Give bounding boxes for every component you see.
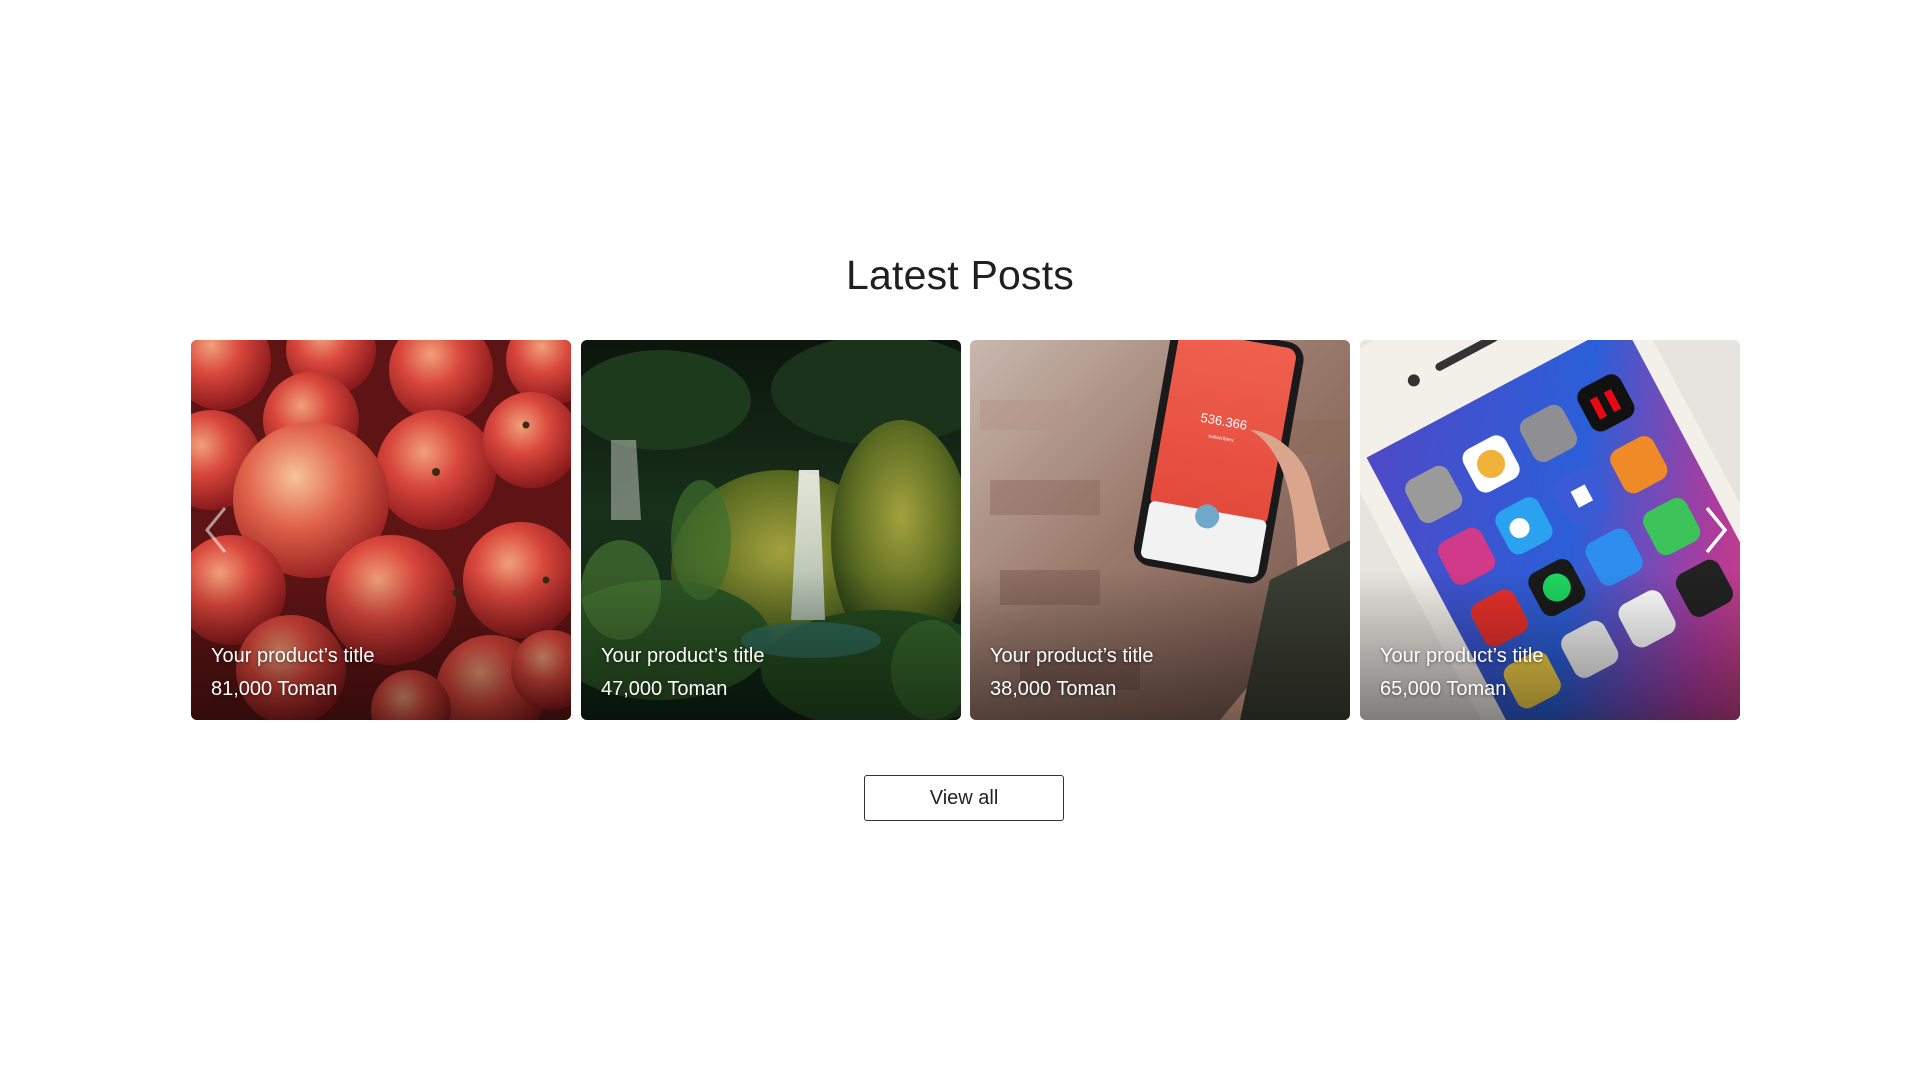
product-title: Your product’s title	[601, 645, 765, 667]
product-caption: Your product’s title 38,000 Toman	[990, 640, 1153, 706]
product-caption: Your product’s title 81,000 Toman	[211, 640, 374, 706]
chevron-right-icon	[1705, 506, 1728, 554]
product-card[interactable]: Your product’s title 47,000 Toman	[581, 340, 961, 720]
product-title: Your product’s title	[990, 645, 1154, 667]
product-title: Your product’s title	[211, 645, 375, 667]
product-price: 47,000 Toman	[601, 678, 728, 700]
product-caption: Your product’s title 65,000 Toman	[1380, 640, 1543, 706]
latest-posts-section: Latest Posts Your product’s title 81,000…	[0, 0, 1920, 1080]
product-caption: Your product’s title 47,000 Toman	[601, 640, 764, 706]
section-title: Latest Posts	[845, 252, 1075, 298]
product-card[interactable]: Your product’s title 81,000 Toman	[191, 340, 571, 720]
product-card[interactable]: 536.366 subscribers Your product’s title…	[970, 340, 1350, 720]
product-card[interactable]: Your product’s title 65,000 Toman	[1360, 340, 1740, 720]
view-all-button[interactable]: View all	[864, 775, 1064, 821]
product-price: 65,000 Toman	[1380, 678, 1507, 700]
carousel-prev-button[interactable]	[197, 500, 237, 560]
product-price: 38,000 Toman	[990, 678, 1117, 700]
chevron-left-icon	[205, 507, 227, 553]
product-price: 81,000 Toman	[211, 678, 338, 700]
product-title: Your product’s title	[1380, 645, 1544, 667]
product-carousel: Your product’s title 81,000 Toman Your p…	[191, 340, 1741, 720]
carousel-next-button[interactable]	[1695, 500, 1735, 560]
